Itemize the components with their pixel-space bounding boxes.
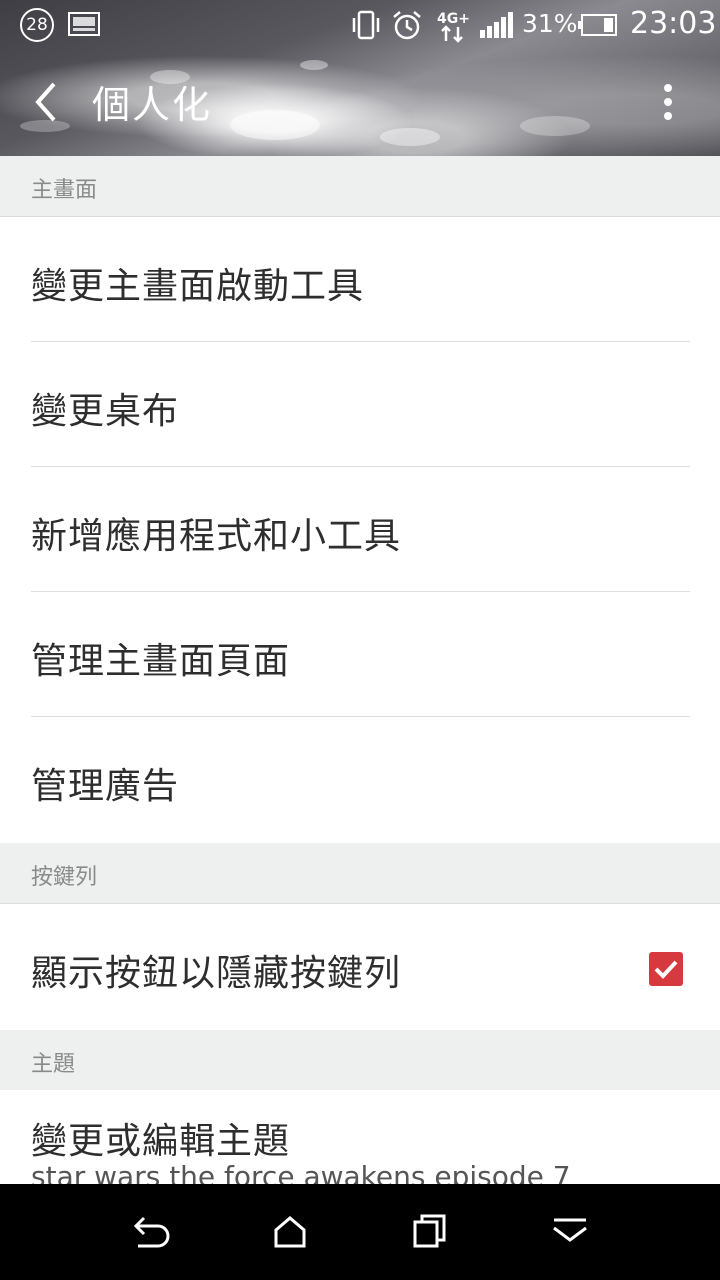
home-nav-button[interactable] (260, 1204, 320, 1260)
home-nav-icon (274, 1216, 306, 1248)
splatter-decoration (380, 128, 440, 146)
setting-label: 新增應用程式和小工具 (31, 516, 402, 557)
gallery-icon (68, 12, 100, 36)
setting-change-launcher[interactable]: 變更主畫面啟動工具 (0, 217, 720, 342)
4g-data-icon: 4G+ (436, 9, 474, 43)
setting-label: 變更主畫面啟動工具 (31, 266, 365, 307)
notification-count: 28 (20, 8, 54, 42)
chevron-left-icon (35, 82, 56, 122)
section-header-theme: 主題 (0, 1030, 720, 1091)
setting-label: 管理廣告 (31, 766, 180, 807)
section-header-navbar: 按鍵列 (0, 843, 720, 904)
page-title: 個人化 (92, 83, 213, 127)
back-button[interactable] (26, 78, 70, 126)
setting-label: 變更或編輯主題 (31, 1121, 291, 1162)
setting-label: 管理主畫面頁面 (31, 641, 291, 682)
recents-nav-button[interactable] (400, 1204, 460, 1260)
more-options-button[interactable] (648, 78, 688, 126)
setting-label: 變更桌布 (31, 391, 180, 432)
setting-add-apps-widgets[interactable]: 新增應用程式和小工具 (0, 467, 720, 592)
splatter-decoration (300, 60, 328, 70)
back-nav-icon (133, 1216, 170, 1248)
setting-subtitle: star wars the force awakens episode 7 (31, 1160, 571, 1184)
section-header-label: 按鍵列 (31, 865, 98, 890)
checkmark-icon (654, 960, 678, 979)
section-header-label: 主題 (31, 1052, 76, 1077)
notification-count-icon: 28 (20, 8, 54, 42)
setting-manage-home-pages[interactable]: 管理主畫面頁面 (0, 592, 720, 717)
header: 28 4G+ 31% 23:03 個人化 (0, 0, 720, 156)
section-header-home: 主畫面 (0, 156, 720, 217)
recents-nav-icon (413, 1214, 446, 1248)
battery-icon (578, 14, 618, 36)
setting-change-theme[interactable]: 變更或編輯主題 star wars the force awakens epis… (0, 1090, 720, 1184)
section-header-label: 主畫面 (31, 178, 98, 203)
status-bar: 28 4G+ 31% 23:03 (0, 0, 720, 50)
splatter-decoration (520, 116, 590, 136)
system-nav-bar (0, 1184, 720, 1280)
setting-manage-ads[interactable]: 管理廣告 (0, 717, 720, 842)
clock: 23:03 (630, 6, 717, 41)
show-hide-button-checkbox[interactable] (649, 952, 683, 986)
back-nav-button[interactable] (120, 1204, 180, 1260)
hide-navbar-icon (553, 1218, 587, 1242)
signal-icon (480, 12, 514, 38)
hide-navbar-button[interactable] (540, 1204, 600, 1260)
svg-text:4G+: 4G+ (437, 11, 470, 27)
setting-change-wallpaper[interactable]: 變更桌布 (0, 342, 720, 467)
alarm-icon (390, 9, 424, 41)
splatter-decoration (230, 110, 320, 140)
vibrate-icon (350, 10, 382, 40)
setting-show-hide-navbar-button[interactable]: 顯示按鈕以隱藏按鍵列 (0, 904, 720, 1029)
setting-label: 顯示按鈕以隱藏按鍵列 (31, 953, 402, 994)
battery-percent: 31% (522, 9, 578, 38)
